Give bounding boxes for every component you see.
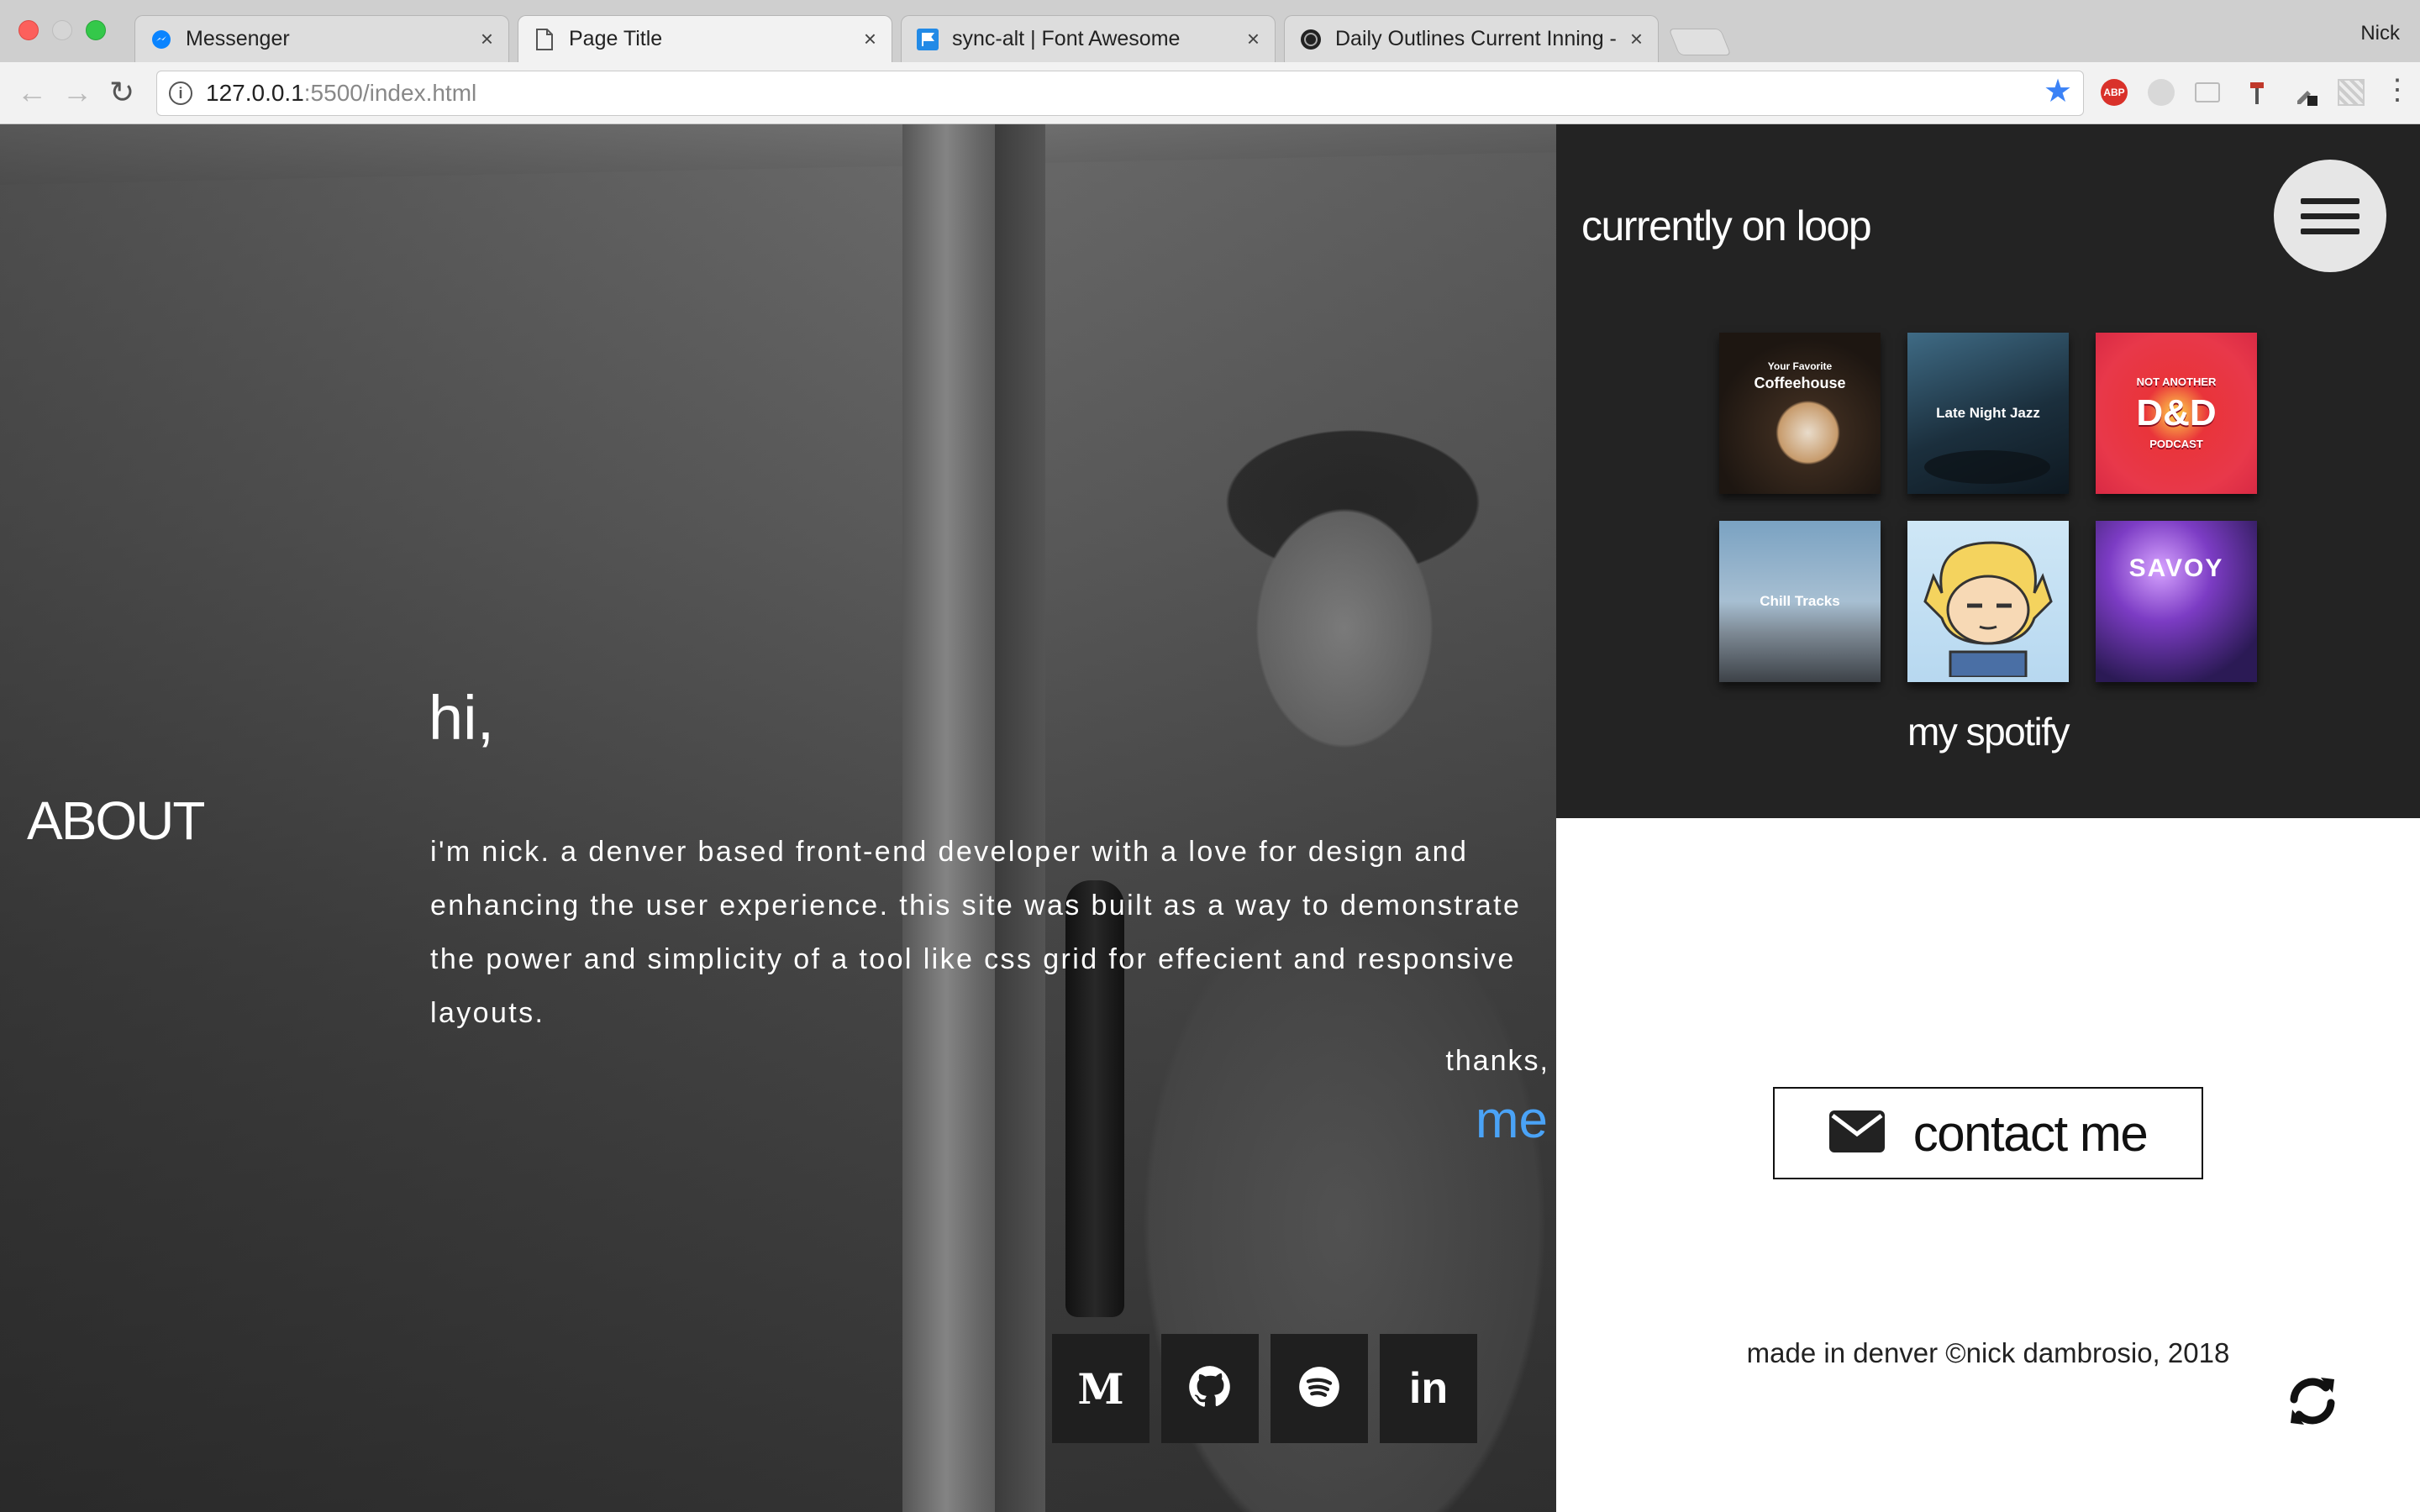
close-tab-icon[interactable]: × xyxy=(1247,26,1260,52)
album-title: Late Night Jazz xyxy=(1936,405,2040,421)
contact-label: contact me xyxy=(1912,1105,2149,1162)
album-late-night-jazz[interactable]: Late Night Jazz xyxy=(1907,333,2069,494)
cartoon-character-icon xyxy=(1923,541,2053,677)
tab-messenger[interactable]: Messenger × xyxy=(134,15,509,62)
loop-title: currently on loop xyxy=(1581,202,1872,249)
cast-icon[interactable] xyxy=(2195,82,2220,102)
album-line: NOT ANOTHER xyxy=(2136,375,2217,388)
new-tab-button[interactable] xyxy=(1668,29,1732,55)
tab-label: Page Title xyxy=(569,27,663,50)
hamburger-menu-button[interactable] xyxy=(2274,160,2386,272)
tab-label: Messenger xyxy=(186,27,290,50)
browser-chrome: Messenger × Page Title × sync-alt | Font… xyxy=(0,0,2420,124)
album-savoy[interactable]: SAVOY xyxy=(2096,521,2257,682)
contact-me-button[interactable]: contact me xyxy=(1773,1087,2203,1179)
tab-label: Daily Outlines Current Inning - xyxy=(1335,27,1617,50)
album-title: Chill Tracks xyxy=(1760,593,1840,609)
close-window-button[interactable] xyxy=(18,20,39,40)
adblock-extension-icon[interactable]: ABP xyxy=(2101,79,2128,106)
reload-icon[interactable]: ↻ xyxy=(109,77,134,108)
extension-icon[interactable] xyxy=(2148,79,2175,106)
close-tab-icon[interactable]: × xyxy=(481,26,493,52)
my-spotify-link[interactable]: my spotify xyxy=(1907,709,2070,754)
album-dnd-podcast[interactable]: NOT ANOTHER D&D PODCAST xyxy=(2096,333,2257,494)
messenger-icon xyxy=(150,29,172,50)
album-line: PODCAST xyxy=(2149,438,2203,450)
about-hero xyxy=(0,124,1556,1512)
bio-paragraph: i'm nick. a denver based front-end devel… xyxy=(430,836,1522,1029)
hero-overlay xyxy=(0,124,1556,1512)
album-title: SAVOY xyxy=(2128,554,2224,582)
medium-link[interactable]: M xyxy=(1052,1334,1150,1443)
profile-name[interactable]: Nick xyxy=(2360,22,2400,45)
album-line: Coffeehouse xyxy=(1754,375,1846,391)
tab-page-title[interactable]: Page Title × xyxy=(518,15,892,62)
footer-credit: made in denver ©nick dambrosio, 2018 xyxy=(1746,1337,2230,1368)
back-icon[interactable]: ← xyxy=(17,77,47,108)
spotify-link[interactable] xyxy=(1270,1334,1368,1443)
page-icon xyxy=(534,28,555,50)
section-label-about: ABOUT xyxy=(27,790,205,851)
hamburger-icon xyxy=(2301,197,2360,204)
signature-link[interactable]: me xyxy=(1476,1090,1548,1150)
hammer-extension-icon[interactable] xyxy=(2244,79,2270,106)
linkedin-link[interactable]: in xyxy=(1380,1334,1477,1443)
album-line: Your Favorite xyxy=(1767,360,1833,372)
maximize-window-button[interactable] xyxy=(86,20,106,40)
bookmark-star-icon[interactable]: ★ xyxy=(2044,72,2072,110)
forward-icon[interactable]: → xyxy=(62,77,92,108)
sync-icon[interactable] xyxy=(2282,1371,2343,1431)
grid-extension-icon[interactable] xyxy=(2338,79,2365,106)
album-line: D&D xyxy=(2136,392,2217,433)
thanks-text: thanks, xyxy=(1445,1045,1549,1077)
address-bar[interactable]: i 127.0.0.1:5500/index.html xyxy=(156,71,2084,116)
url-text: 127.0.0.1:5500/index.html xyxy=(206,80,477,106)
album-cartoon-avatar[interactable] xyxy=(1907,521,2069,682)
site-info-icon[interactable]: i xyxy=(169,81,192,105)
envelope-icon xyxy=(1828,1110,1885,1157)
medium-icon: M xyxy=(1077,1363,1124,1414)
tab-label: sync-alt | Font Awesome xyxy=(952,27,1181,50)
tab-daily-outlines[interactable]: Daily Outlines Current Inning - × xyxy=(1284,15,1659,62)
font-awesome-flag-icon xyxy=(917,28,939,50)
tab-font-awesome[interactable]: sync-alt | Font Awesome × xyxy=(901,15,1276,62)
close-tab-icon[interactable]: × xyxy=(1630,26,1643,52)
browser-menu-icon[interactable]: ⋮ xyxy=(2383,76,2412,104)
baseball-icon xyxy=(1300,29,1322,50)
linkedin-icon: in xyxy=(1408,1364,1449,1413)
album-coffeehouse[interactable]: Your Favorite Coffeehouse xyxy=(1719,333,1881,494)
eyedropper-extension-icon[interactable] xyxy=(2292,79,2319,106)
spotify-icon xyxy=(1297,1365,1341,1413)
greeting-heading: hi, xyxy=(429,683,495,753)
close-tab-icon[interactable]: × xyxy=(864,26,876,52)
minimize-window-button[interactable] xyxy=(52,20,72,40)
github-icon xyxy=(1188,1365,1232,1413)
album-chill-tracks[interactable]: Chill Tracks xyxy=(1719,521,1881,682)
github-link[interactable] xyxy=(1161,1334,1259,1443)
